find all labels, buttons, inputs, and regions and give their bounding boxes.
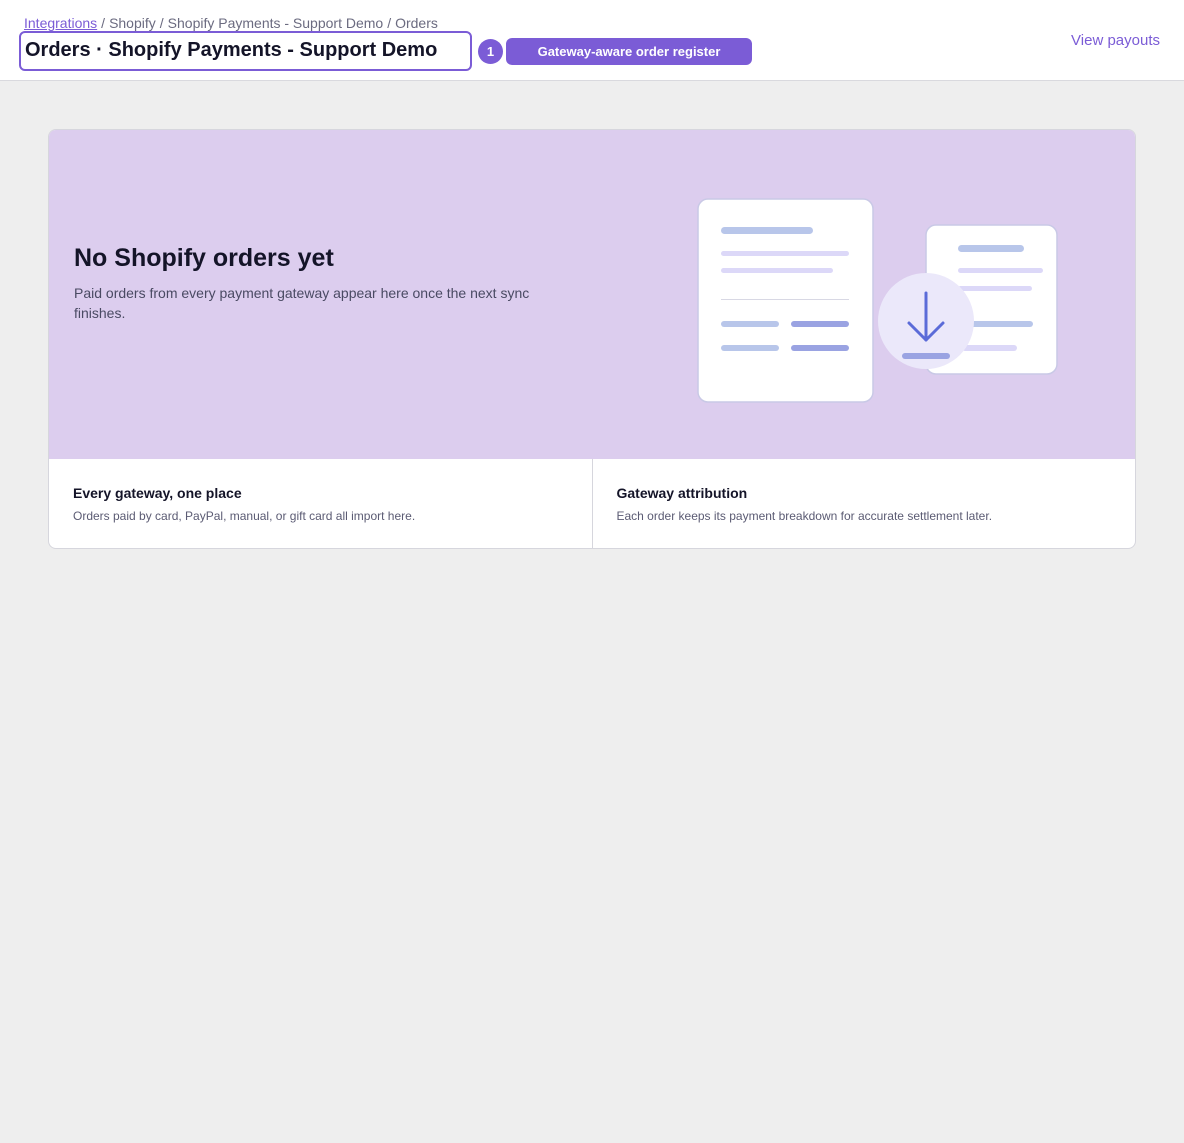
empty-state-description: Paid orders from every payment gateway a… [74,285,530,321]
empty-state-hero: No Shopify orders yet Paid orders from e… [49,130,1135,459]
step-badge: 1 [478,39,503,64]
feature-title: Gateway attribution [616,485,748,501]
breadcrumb-item-connection: Shopify Payments - Support Demo [167,15,384,31]
breadcrumb-item-orders: Orders [395,15,438,31]
documents-download-icon [697,198,1058,403]
top-bar: Integrations / Shopify / Shopify Payments - … [0,0,1184,81]
page-title: Orders · Shopify Payments - Support Demo [19,31,472,71]
view-payouts-link[interactable]: View payouts [1071,32,1160,49]
feature-description: Each order keeps its payment breakdown f… [616,509,993,523]
feature-item: Every gateway, one place Orders paid by … [49,459,592,548]
breadcrumb-separator: / [159,15,164,31]
breadcrumb-separator: / [101,15,106,31]
breadcrumb-link-integrations[interactable]: Integrations [24,15,97,31]
breadcrumb-item-shopify: Shopify [109,15,156,31]
breadcrumb-separator: / [387,15,392,31]
step-label-pill: Gateway-aware order register [506,38,752,65]
empty-state-heading: No Shopify orders yet [74,244,334,272]
breadcrumb: Integrations / Shopify / Shopify Payments - … [24,15,438,31]
feature-title: Every gateway, one place [73,485,242,501]
feature-list: Every gateway, one place Orders paid by … [49,459,1136,548]
feature-description: Orders paid by card, PayPal, manual, or … [73,509,416,523]
empty-state-card: No Shopify orders yet Paid orders from e… [48,129,1136,549]
feature-item: Gateway attribution Each order keeps its… [591,459,1136,548]
